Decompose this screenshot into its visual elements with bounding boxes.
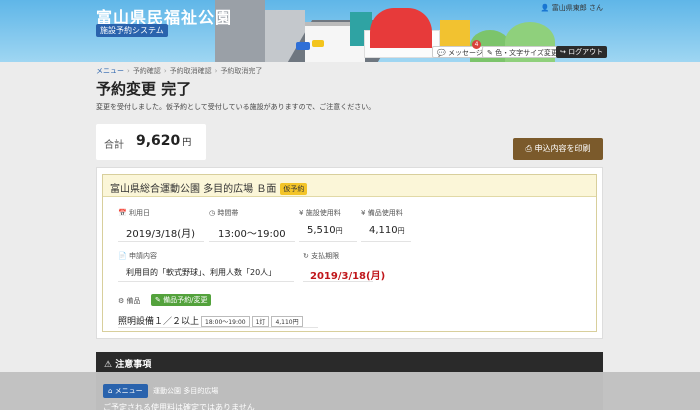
equipment-edit-button[interactable]: ✎ 備品予約/変更 [151, 294, 212, 306]
content-label-text: 申請内容 [128, 252, 157, 260]
equipment-label-text: 備品 [126, 297, 141, 305]
equipment-time: 18:00～19:00 [201, 316, 250, 327]
breadcrumb: メニュー › 予約確認 › 予約取消確認 › 予約取消完了 [96, 66, 262, 76]
equipment-item: 照明設備１／２以上 18:00～19:00 1灯 4,110円 [118, 314, 303, 327]
yen-icon: ¥ [299, 209, 304, 217]
chat-icon: 💬 [437, 49, 446, 57]
total-label: 合計 [104, 140, 124, 151]
clock-icon: ◷ [209, 209, 216, 217]
deadline-value: 2019/3/18(月) [310, 271, 386, 282]
print-button[interactable]: ⎙ 申込内容を印刷 [513, 138, 603, 160]
equip-fee-value: 4,110円 [369, 225, 405, 236]
facility-fee-value: 5,510円 [307, 225, 343, 236]
warning-icon: ⚠ [104, 360, 113, 370]
print-label: 申込内容を印刷 [534, 144, 591, 153]
breadcrumb-separator: › [163, 67, 167, 75]
bottom-text: 運動公園 多目的広場 [153, 387, 219, 395]
car-illustration [312, 40, 324, 47]
equipment-item-name: 照明設備１／２以上 [118, 317, 200, 327]
divider [361, 241, 411, 242]
breadcrumb-item: 予約確認 [132, 67, 161, 75]
content-value: 利用目的「軟式野球」、利用人数「20人」 [126, 268, 277, 277]
logout-icon: ↪ [560, 48, 566, 56]
breadcrumb-item: 予約取消完了 [220, 67, 263, 75]
logout-button[interactable]: ↪ ログアウト [556, 46, 608, 58]
reservation-panel: 富山県総合運動公園 多目的広場 Ｂ面 仮予約 📅 利用日 2019/3/18(月)… [102, 174, 597, 332]
yen-unit: 円 [335, 227, 343, 235]
time-label-text: 時間帯 [217, 209, 239, 217]
divider [303, 281, 373, 282]
brush-icon: ✎ [487, 49, 493, 57]
deadline-label: ↻ 支払期限 [303, 251, 339, 261]
total-box: 合計 9,620 円 [96, 124, 206, 160]
time-value: 13:00～19:00 [218, 229, 286, 240]
facility-title: 富山県総合運動公園 多目的広場 Ｂ面 仮予約 [110, 180, 308, 195]
date-label-text: 利用日 [128, 209, 150, 217]
facility-fee-amount: 5,510 [307, 225, 336, 236]
color-size-label: 色・文字サイズ変更 [495, 49, 558, 57]
yen-unit: 円 [397, 227, 405, 235]
reservation-header: 富山県総合運動公園 多目的広場 Ｂ面 仮予約 [103, 175, 596, 197]
bottom-text: ご予定される使用料は確定ではありません [103, 403, 255, 410]
total-amount: 9,620 [136, 133, 181, 149]
facility-fee-label-text: 施設使用料 [305, 209, 341, 217]
menu-button[interactable]: ⌂ メニュー [103, 384, 148, 398]
equipment-edit-label: 備品予約/変更 [163, 296, 208, 304]
time-label: ◷ 時間帯 [209, 208, 238, 218]
message-count-badge: 4 [472, 40, 481, 49]
system-name: 施設予約システム [96, 24, 168, 37]
home-icon: ⌂ [108, 387, 113, 395]
divider [299, 241, 357, 242]
calendar-icon: 📅 [118, 209, 127, 217]
gym-roof-illustration [370, 8, 432, 48]
content-label: 📄 申請内容 [118, 251, 157, 261]
caution-title: ⚠ 注意事項 [104, 357, 151, 370]
caution-header: ⚠ 注意事項 [96, 352, 603, 372]
user-name-label: 富山県東郎 さん [551, 4, 603, 12]
history-icon: ↻ [303, 252, 309, 260]
facility-fee-label: ¥ 施設使用料 [299, 208, 341, 218]
divider [118, 327, 318, 328]
divider [118, 241, 204, 242]
edit-icon: ✎ [155, 296, 161, 304]
date-label: 📅 利用日 [118, 208, 150, 218]
document-icon: 📄 [118, 252, 127, 260]
facility-name: 富山県総合運動公園 多目的広場 Ｂ面 [110, 184, 277, 195]
breadcrumb-separator: › [214, 67, 218, 75]
total-unit: 円 [182, 138, 192, 148]
divider [209, 241, 295, 242]
user-name[interactable]: 👤 富山県東郎 さん [541, 3, 603, 13]
printer-icon: ⎙ [525, 144, 532, 153]
equip-fee-label: ¥ 備品使用料 [361, 208, 403, 218]
breadcrumb-separator: › [127, 67, 130, 75]
menu-label: メニュー [114, 387, 143, 395]
car-illustration [296, 42, 310, 50]
caution-title-text: 注意事項 [115, 360, 152, 370]
equip-fee-amount: 4,110 [369, 225, 398, 236]
page-title: 予約変更 完了 [96, 80, 192, 98]
equipment-qty: 1灯 [251, 316, 270, 327]
yen-icon: ¥ [361, 209, 366, 217]
gear-icon: ⚙ [118, 297, 125, 305]
user-icon: 👤 [540, 4, 550, 12]
deadline-label-text: 支払期限 [311, 252, 340, 260]
divider [118, 281, 294, 282]
total-value: 9,620 円 [136, 133, 191, 149]
equip-fee-label-text: 備品使用料 [367, 209, 403, 217]
color-size-button[interactable]: ✎ 色・文字サイズ変更 [482, 46, 563, 58]
reservation-card: 富山県総合運動公園 多目的広場 Ｂ面 仮予約 📅 利用日 2019/3/18(月)… [96, 167, 603, 339]
message-label: メッセージ [447, 49, 483, 57]
logout-label: ログアウト [568, 48, 604, 56]
breadcrumb-menu[interactable]: メニュー [96, 67, 124, 75]
breadcrumb-item: 予約取消確認 [169, 67, 212, 75]
date-value: 2019/3/18(月) [126, 229, 196, 240]
equipment-label: ⚙ 備品 [118, 296, 141, 306]
notice-text: 変更を受付しました。仮予約として受付している施設がありますので、ご注意ください。 [96, 103, 376, 111]
status-badge: 仮予約 [280, 183, 308, 195]
equipment-price: 4,110円 [271, 316, 303, 327]
